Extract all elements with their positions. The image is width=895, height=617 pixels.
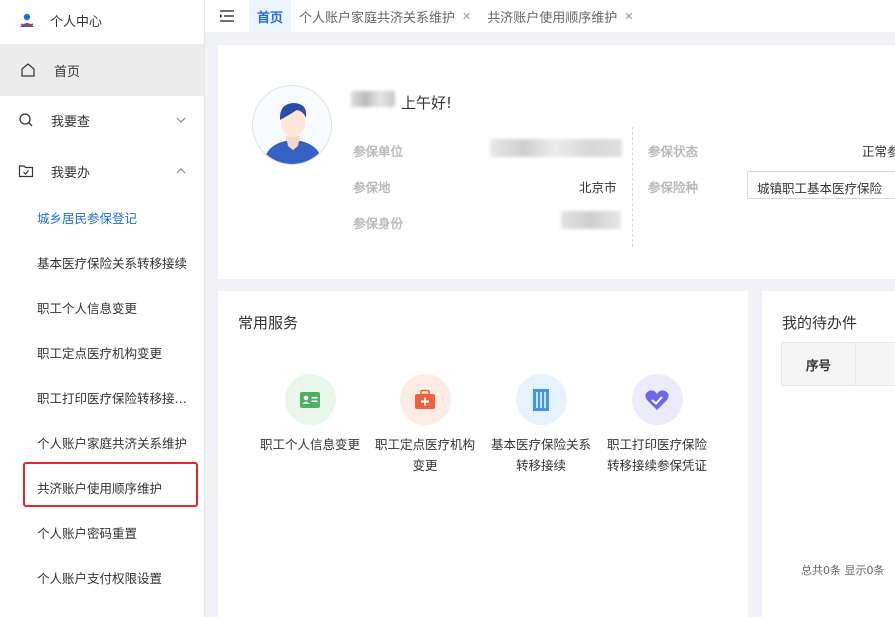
sidebar-subitem-label: 个人账户家庭共济关系维护: [37, 436, 188, 451]
close-icon[interactable]: ✕: [462, 10, 471, 23]
greeting-text: 上午好!: [401, 94, 453, 112]
service-icon-bg: [399, 374, 451, 425]
avatar: [252, 85, 332, 165]
tab-label: 共济账户使用顺序维护: [487, 10, 618, 26]
sidebar-subitem-family-mutual-aid[interactable]: 个人账户家庭共济关系维护: [0, 420, 204, 465]
tab-label: 首页: [257, 10, 284, 26]
service-label-line1: 职工个人信息变更: [259, 437, 360, 452]
service-icon-bg: [631, 374, 683, 425]
sidebar-subitem-info-change[interactable]: 职工个人信息变更: [0, 285, 204, 330]
highlight-box: [23, 462, 198, 507]
service-label: 基本医疗保险关系 转移接续: [483, 434, 599, 476]
unit-label: 参保单位: [353, 144, 404, 159]
todo-pagination-summary: 总共0条 显示0条: [801, 564, 885, 577]
sidebar-menu-query[interactable]: 我要查: [0, 95, 204, 145]
todo-card: 我的待办件 序号 总共0条 显示0条: [762, 291, 895, 617]
sidebar-subitem-label: 职工个人信息变更: [37, 301, 138, 316]
todo-table-header: 序号: [781, 342, 895, 386]
sidebar-subitem-insurance-transfer[interactable]: 基本医疗保险关系转移接续: [0, 240, 204, 285]
home-icon: [21, 63, 35, 77]
building-icon: [533, 388, 549, 411]
user-avatar-icon: [263, 103, 323, 164]
heart-check-icon: [645, 389, 669, 410]
status-value: 正常参: [862, 144, 895, 159]
username-redacted: [351, 91, 395, 107]
insurance-select-value: 城镇职工基本医疗保险: [757, 181, 883, 196]
service-icon-bg: [284, 374, 336, 425]
identity-value-redacted: [561, 211, 621, 229]
service-item-print-certificate[interactable]: 职工打印医疗保险 转移接续参保凭证: [599, 374, 715, 476]
services-title: 常用服务: [238, 314, 299, 332]
sidebar-item-personal-center[interactable]: 个人中心: [0, 0, 204, 40]
menu-toggle-button[interactable]: [205, 0, 249, 32]
tab-label: 个人账户家庭共济关系维护: [299, 10, 456, 26]
location-value: 北京市: [579, 180, 617, 195]
service-label-line1: 职工定点医疗机构: [374, 437, 475, 452]
unit-value-redacted: [490, 139, 622, 157]
sidebar-item-label: 首页: [54, 64, 81, 80]
sidebar: 个人中心 首页 我要查 我要办 城乡居民参保登记 基本医疗保险关系转移接续 职工…: [0, 0, 205, 617]
status-label: 参保状态: [648, 144, 699, 159]
sidebar-subitem-label: 职工定点医疗机构变更: [37, 346, 163, 361]
sidebar-subitem-label: 职工打印医疗保险转移接续参保凭证: [37, 391, 192, 406]
tab-bar: 首页 个人账户家庭共济关系维护 ✕ 共济账户使用顺序维护 ✕: [205, 0, 895, 32]
tab-family-mutual-aid[interactable]: 个人账户家庭共济关系维护 ✕: [291, 0, 479, 32]
sidebar-subitem-password-reset[interactable]: 个人账户密码重置: [0, 510, 204, 555]
sidebar-menu-do[interactable]: 我要办: [0, 146, 204, 196]
medical-kit-icon: [415, 389, 435, 409]
service-label-line1: 职工打印医疗保险: [606, 437, 707, 452]
service-item-info-change[interactable]: 职工个人信息变更: [252, 374, 368, 455]
search-icon: [19, 113, 33, 127]
service-label: 职工定点医疗机构 变更: [367, 434, 483, 476]
location-label: 参保地: [353, 180, 391, 195]
sidebar-subitem-payment-permission[interactable]: 个人账户支付权限设置: [0, 555, 204, 600]
profile-card: 上午好! 参保单位 参保地 北京市 参保身份 参保状态 正常参 参保险种 城镇职…: [218, 45, 895, 279]
sidebar-subitem-institution-change[interactable]: 职工定点医疗机构变更: [0, 330, 204, 375]
menu-fold-icon: [220, 10, 234, 22]
insurance-select[interactable]: 城镇职工基本医疗保险: [747, 171, 895, 199]
service-label-line2: 转移接续参保凭证: [606, 458, 707, 473]
id-card-icon: [300, 391, 320, 408]
insurance-label: 参保险种: [648, 180, 699, 195]
todo-title: 我的待办件: [782, 314, 858, 332]
sidebar-subitem-label: 基本医疗保险关系转移接续: [37, 256, 188, 271]
chevron-down-icon: [176, 117, 186, 123]
sidebar-item-label: 我要办: [51, 165, 91, 181]
sidebar-subitem-label: 个人账户支付权限设置: [37, 571, 163, 586]
service-icon-bg: [515, 374, 567, 425]
close-icon[interactable]: ✕: [624, 10, 633, 23]
service-label: 职工打印医疗保险 转移接续参保凭证: [599, 434, 715, 476]
divider: [632, 127, 633, 247]
service-label-line1: 基本医疗保险关系: [490, 437, 591, 452]
sidebar-subitem-print-certificate[interactable]: 职工打印医疗保险转移接续参保凭证: [0, 375, 204, 420]
service-item-institution-change[interactable]: 职工定点医疗机构 变更: [367, 374, 483, 476]
tab-mutual-account-order[interactable]: 共济账户使用顺序维护 ✕: [479, 0, 641, 32]
sidebar-subitem-label: 城乡居民参保登记: [37, 211, 138, 226]
sidebar-subitem-label: 个人账户密码重置: [37, 526, 138, 541]
service-label-line2: 变更: [412, 458, 438, 473]
service-label: 职工个人信息变更: [252, 434, 368, 455]
user-logo-icon: [20, 13, 34, 27]
chevron-up-icon: [176, 168, 186, 174]
service-label-line2: 转移接续: [515, 458, 566, 473]
sidebar-subitem-rural-registration[interactable]: 城乡居民参保登记: [0, 195, 204, 240]
sidebar-item-label: 我要查: [51, 114, 91, 130]
identity-label: 参保身份: [353, 216, 404, 231]
column-header-index: 序号: [782, 343, 856, 385]
sidebar-item-label: 个人中心: [50, 14, 103, 30]
sidebar-item-home[interactable]: 首页: [0, 44, 204, 96]
services-card: 常用服务 职工个人信息变更 职工定点医疗机构 变更 基本医疗保险关系 转移接续 …: [218, 291, 748, 617]
service-item-insurance-transfer[interactable]: 基本医疗保险关系 转移接续: [483, 374, 599, 476]
folder-check-icon: [18, 165, 34, 178]
tab-home[interactable]: 首页: [249, 0, 292, 32]
